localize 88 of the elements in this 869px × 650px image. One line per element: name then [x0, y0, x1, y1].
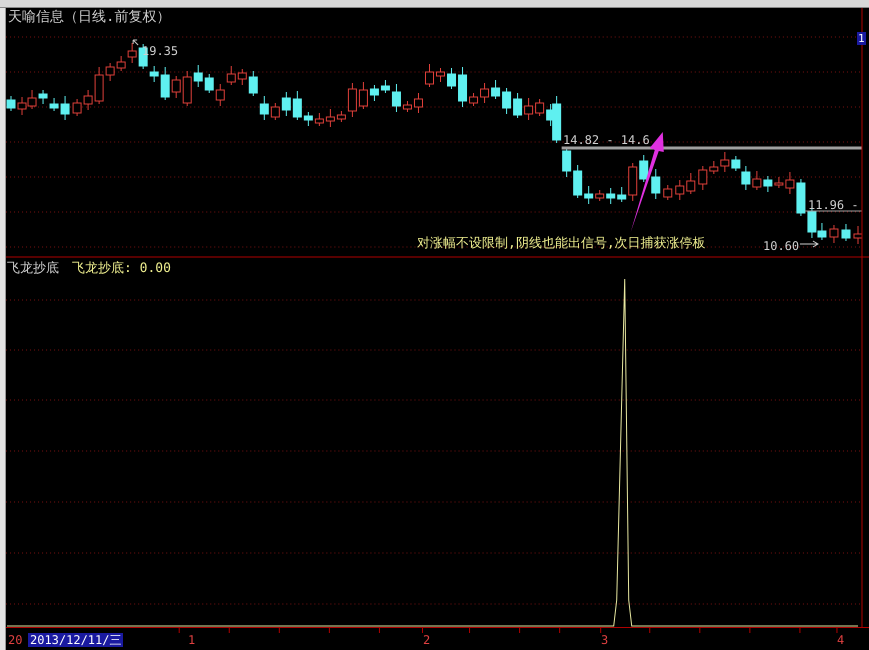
candlestick	[424, 64, 434, 88]
candlestick	[270, 102, 280, 120]
candlestick	[50, 98, 59, 112]
candlestick	[18, 96, 27, 116]
candlestick	[150, 66, 159, 82]
candlestick	[216, 84, 225, 106]
candlestick	[841, 224, 850, 242]
candlestick	[260, 96, 269, 120]
candlestick	[326, 108, 335, 128]
candlestick	[282, 92, 291, 116]
candlestick	[6, 96, 16, 112]
date-axis-label: 2	[423, 634, 430, 646]
candlestick	[94, 66, 104, 104]
candlestick	[84, 90, 93, 110]
date-axis-label: 1	[188, 634, 196, 646]
candlestick	[116, 56, 126, 72]
level-price-label: 11.96 -	[808, 199, 859, 211]
candlestick	[675, 180, 684, 200]
candlestick	[72, 98, 82, 116]
candlestick	[796, 178, 806, 216]
small-arrow-icon	[132, 40, 139, 46]
candlestick	[348, 82, 357, 118]
candlestick	[458, 66, 468, 108]
candlestick	[204, 74, 214, 94]
candlestick	[436, 68, 445, 82]
price-level-line	[804, 210, 862, 212]
candlestick	[238, 68, 247, 86]
candlestick	[663, 184, 672, 200]
candlestick	[491, 80, 500, 100]
candlestick	[480, 82, 490, 104]
candlestick	[248, 70, 258, 96]
candlestick	[524, 98, 534, 120]
cursor-date-label: 2013/12/11/三	[28, 633, 124, 647]
date-axis-label: 3	[601, 634, 608, 646]
candlestick	[853, 226, 862, 244]
candlestick	[513, 92, 522, 118]
candlestick	[763, 176, 772, 192]
indicator-value: 飞龙抄底: 0.00	[72, 262, 171, 275]
candlestick	[380, 80, 390, 94]
candlestick	[194, 64, 203, 88]
candlestick	[785, 172, 794, 194]
small-arrow-icon	[799, 240, 819, 248]
candlestick	[447, 68, 456, 90]
candlestick	[709, 160, 718, 174]
candlestick	[628, 162, 638, 202]
chart-title: 天喻信息（日线.前复权）	[8, 10, 170, 24]
candlestick	[392, 84, 401, 112]
candlestick	[502, 88, 512, 114]
candlestick	[402, 100, 412, 112]
candlestick	[698, 166, 708, 190]
range-price-label: 14.82 - 14.6	[563, 134, 650, 146]
candlestick	[160, 66, 170, 100]
candlestick	[28, 90, 37, 110]
candlestick	[370, 84, 379, 102]
candlestick	[314, 112, 324, 126]
candlestick	[617, 186, 626, 202]
candlestick	[106, 62, 115, 82]
low-price-label: 10.60	[763, 240, 800, 252]
candlestick	[172, 76, 181, 98]
candlestick	[595, 190, 604, 202]
candlestick	[292, 90, 302, 120]
candlestick	[226, 66, 236, 86]
candlestick	[606, 188, 616, 204]
candlestick	[651, 168, 660, 200]
annotation-text: 对涨幅不设限制,阴线也能出信号,次日捕获涨停板	[417, 237, 706, 250]
candlestick	[336, 110, 346, 122]
candlestick	[358, 82, 368, 110]
date-axis-label: 20	[8, 634, 22, 646]
axis-label: 1	[857, 32, 866, 45]
candlestick	[584, 186, 594, 204]
candlestick	[414, 92, 423, 114]
date-axis-label: 4	[837, 634, 844, 646]
candlestick	[304, 112, 313, 126]
candlestick	[60, 96, 70, 120]
candlestick	[182, 70, 192, 106]
candlestick	[639, 154, 648, 182]
candlestick	[469, 92, 478, 106]
candlestick	[535, 98, 544, 116]
candlestick	[686, 172, 696, 194]
candlestick	[774, 176, 784, 188]
candlestick	[128, 42, 137, 64]
candlestick	[720, 152, 730, 172]
candlestick	[573, 164, 582, 198]
candlestick	[752, 170, 762, 190]
candlestick	[38, 90, 48, 104]
indicator-name: 飞龙抄底	[7, 262, 59, 275]
candlestick	[829, 224, 838, 244]
candlestick	[562, 146, 572, 178]
